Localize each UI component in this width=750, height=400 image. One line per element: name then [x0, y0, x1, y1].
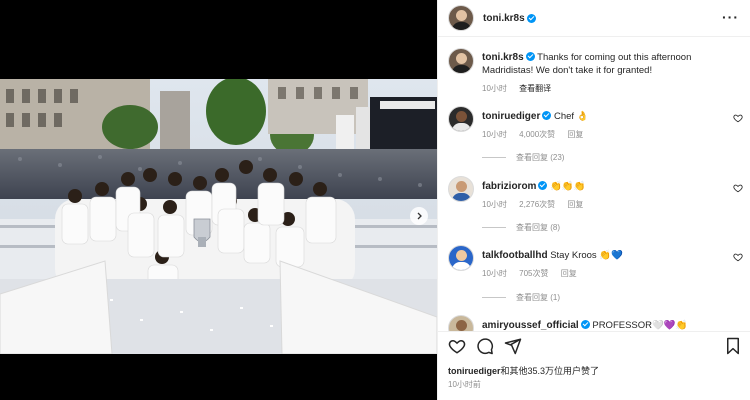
view-replies-label[interactable]: 查看回复 (1) [516, 292, 560, 303]
verified-icon [542, 111, 552, 120]
comment-likes[interactable]: 705次赞 [519, 269, 548, 278]
commenter-avatar[interactable] [448, 315, 474, 331]
verified-icon [580, 320, 590, 329]
post-time: 10小时前 [448, 380, 481, 389]
reply-link[interactable]: 回复 [567, 130, 583, 139]
comment-time: 10小时 [482, 200, 507, 209]
heart-icon[interactable] [448, 337, 466, 355]
author-avatar[interactable] [448, 48, 474, 74]
post-photo[interactable] [0, 79, 437, 354]
likes-summary[interactable]: toniruediger和其他35.3万位用户赞了 [448, 364, 599, 377]
view-replies[interactable]: 查看回复 (23) [482, 152, 564, 163]
commenter-avatar[interactable] [448, 176, 474, 202]
commenter-avatar[interactable] [448, 106, 474, 132]
share-icon[interactable] [504, 337, 522, 355]
caption-username[interactable]: toni.kr8s [482, 52, 524, 63]
comment-text: 👏👏👏 [550, 181, 586, 192]
media-panel [0, 0, 437, 400]
view-replies-label[interactable]: 查看回复 (8) [516, 222, 560, 233]
more-icon[interactable]: ··· [722, 9, 739, 25]
comment-icon[interactable] [476, 337, 494, 355]
comment-likes[interactable]: 4,000次赞 [519, 130, 555, 139]
reply-link[interactable]: 回复 [561, 269, 577, 278]
post-side-panel: toni.kr8s ··· toni.kr8s Thanks for comin… [437, 0, 750, 400]
commenter-username[interactable]: fabriziorom [482, 181, 536, 192]
view-replies[interactable]: 查看回复 (1) [482, 292, 560, 303]
comments-list: toni.kr8s Thanks for coming out this aft… [438, 38, 750, 331]
author-username[interactable]: toni.kr8s [483, 13, 525, 24]
view-replies[interactable]: 查看回复 (8) [482, 222, 560, 233]
post-header: toni.kr8s ··· [438, 0, 750, 37]
commenter-username[interactable]: amiryoussef_official [482, 320, 579, 331]
save-icon[interactable] [725, 337, 741, 355]
comment-likes[interactable]: 2,276次赞 [519, 200, 555, 209]
verified-icon [538, 181, 548, 190]
author-avatar[interactable] [448, 5, 474, 31]
view-replies-label[interactable]: 查看回复 (23) [516, 152, 564, 163]
next-photo-button[interactable] [410, 207, 428, 225]
comment-text: Stay Kroos 👏💙 [550, 250, 623, 261]
liked-by-rest[interactable]: 和其他35.3万位用户赞了 [501, 366, 600, 376]
caption-time: 10小时 [482, 84, 507, 93]
verified-icon [525, 52, 535, 61]
comment-time: 10小时 [482, 269, 507, 278]
heart-icon[interactable] [733, 252, 743, 262]
chevron-right-icon [417, 212, 422, 220]
post-actions: toniruediger和其他35.3万位用户赞了 10小时前 [438, 331, 750, 400]
comment-time: 10小时 [482, 130, 507, 139]
liked-by-username[interactable]: toniruediger [448, 366, 501, 376]
heart-icon[interactable] [733, 183, 743, 193]
commenter-avatar[interactable] [448, 245, 474, 271]
translate-link[interactable]: 查看翻译 [519, 84, 551, 93]
comment-text: Chef 👌 [553, 111, 589, 122]
verified-icon [526, 13, 536, 23]
heart-icon[interactable] [733, 113, 743, 123]
comment-text: PROFESSOR🤍💜👏 [592, 320, 688, 331]
save-button[interactable] [725, 337, 741, 355]
reply-link[interactable]: 回复 [567, 200, 583, 209]
commenter-username[interactable]: toniruediger [482, 111, 540, 122]
commenter-username[interactable]: talkfootballhd [482, 250, 548, 261]
